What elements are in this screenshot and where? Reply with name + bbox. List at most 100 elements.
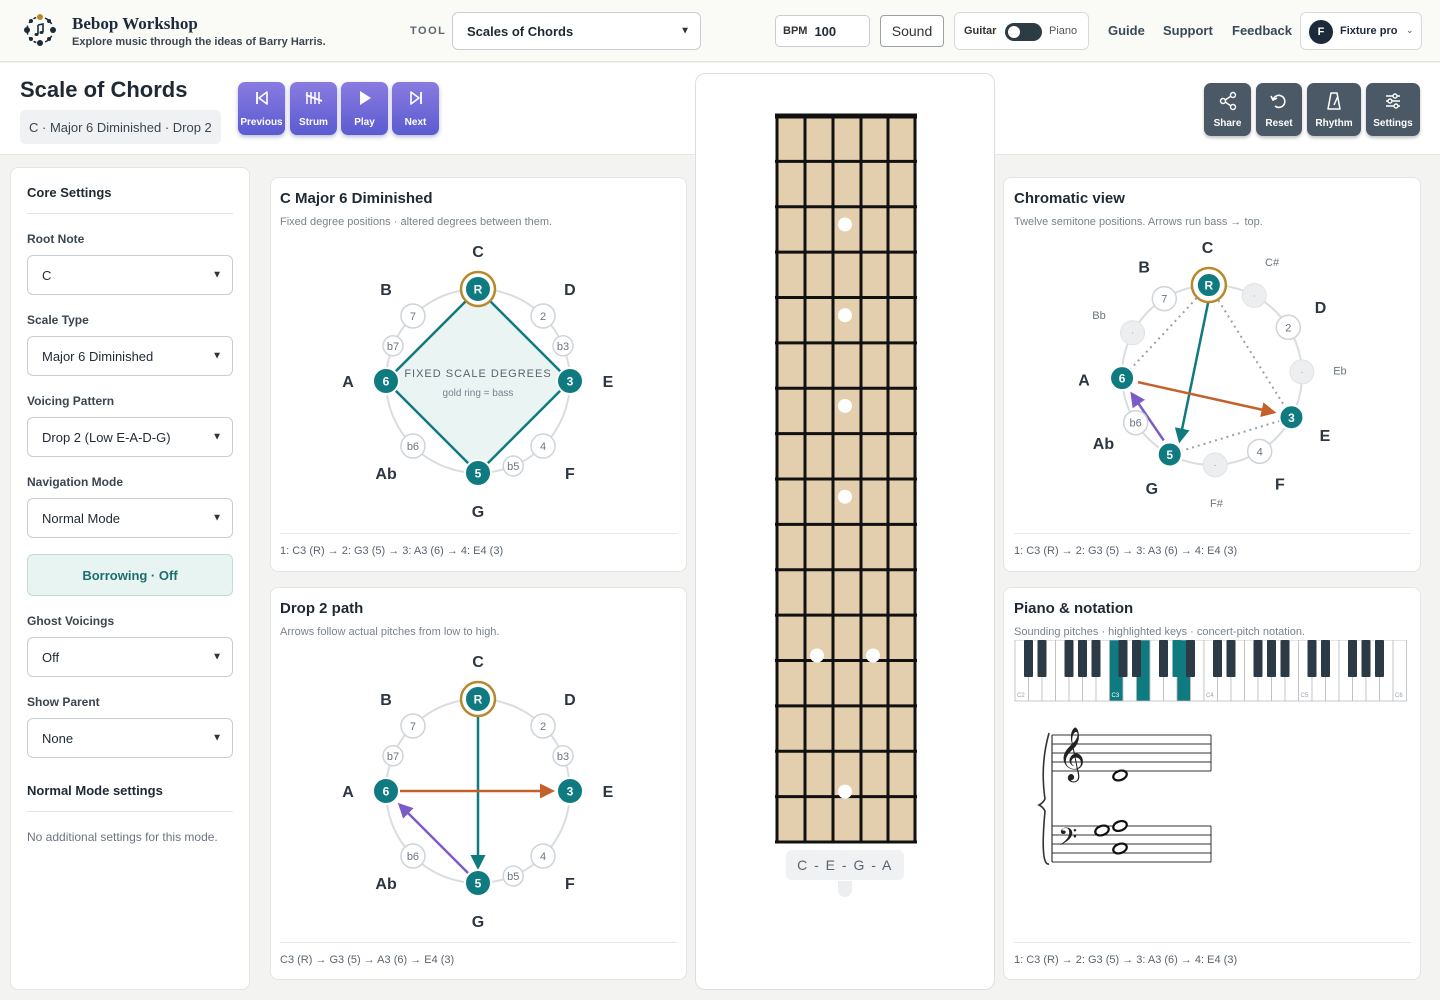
dotted-link [1169, 416, 1292, 456]
strum-icon [305, 92, 322, 104]
mode-settings-note: No additional settings for this mode. [27, 830, 218, 844]
chevron-down-icon: ⌄ [1406, 25, 1414, 35]
play-label: Play [354, 117, 375, 128]
next-button[interactable]: Next [392, 82, 439, 135]
degree-label: 3 [567, 785, 574, 799]
degree-label: b3 [557, 341, 569, 353]
scale-type-select[interactable]: Major 6 Diminished ▼ [27, 336, 233, 376]
divider [1014, 533, 1411, 534]
note-name-label: C [472, 244, 484, 261]
note-name-label: A [342, 374, 354, 391]
account-name: Fixture pro [1340, 25, 1398, 37]
piano-key-black [1375, 640, 1384, 677]
degree-label: 2 [540, 721, 546, 733]
piano-key-black [1186, 640, 1195, 677]
borrowing-toggle[interactable]: Borrowing · Off [27, 554, 233, 596]
degree-label: 2 [1285, 322, 1291, 334]
degree-circle-footer: 1: C3 (R) → 2: G3 (5) → 3: A3 (6) → 4: E… [280, 545, 504, 557]
degree-label: b3 [557, 751, 569, 763]
brand-subtitle: Explore music through the ideas of Barry… [72, 36, 326, 48]
chevron-down-icon: ▼ [212, 269, 222, 281]
sound-button[interactable]: Sound [880, 15, 944, 47]
strum-button[interactable]: Strum [290, 82, 337, 135]
piano-keyboard[interactable]: C2 C3 C4 C5 C6 [1014, 640, 1411, 702]
note-name-label: A [342, 784, 354, 801]
bass-clef: 𝄢 [1058, 824, 1077, 857]
navigation-mode-label: Navigation Mode [27, 475, 124, 489]
bpm-input[interactable]: BPM 100 [775, 15, 870, 47]
ghost-voicings-select[interactable]: Off ▼ [27, 637, 233, 677]
fret-inlay-dot [838, 489, 852, 504]
navigation-mode-select[interactable]: Normal Mode ▼ [27, 498, 233, 538]
bebop-logo-icon [24, 14, 56, 46]
reset-icon [1270, 94, 1286, 109]
instrument-switch[interactable] [1005, 23, 1042, 41]
fret-inlay-dot [866, 648, 880, 663]
scale-type-value: Major 6 Diminished [42, 348, 154, 364]
piano-key-black [1091, 640, 1101, 677]
feedback-link[interactable]: Feedback [1232, 23, 1292, 38]
piano-key-white [1392, 640, 1407, 702]
guitar-fretboard[interactable] [774, 113, 918, 845]
degree-label: 4 [1257, 446, 1263, 458]
skip-forward-icon [409, 91, 422, 105]
note-name-label: Ab [375, 466, 397, 483]
chromatic-diagram: R · 2 · 3 4 · 5 b6 6 · 7 C D E F G Ab A B C# Eb F# Bb [1078, 240, 1346, 510]
voicing-pattern-select[interactable]: Drop 2 (Low E-A-D-G) ▼ [27, 417, 233, 457]
root-note-value: C [42, 267, 52, 283]
root-note-select[interactable]: C ▼ [27, 255, 233, 295]
share-button[interactable]: Share [1204, 83, 1251, 136]
piano-key-black [1307, 640, 1317, 677]
avatar: F [1309, 20, 1333, 44]
settings-button[interactable]: Settings [1366, 83, 1420, 136]
chevron-down-icon: ▼ [212, 512, 222, 524]
piano-subtitle: Sounding pitches · highlighted keys · co… [1014, 626, 1306, 638]
chromatic-note-label: A [1078, 372, 1090, 389]
degree-circle-subtitle: Fixed degree positions · altered degrees… [280, 216, 553, 228]
tool-select[interactable]: Scales of Chords ▼ [452, 12, 701, 50]
rhythm-button[interactable]: Rhythm [1307, 83, 1361, 136]
page-title: Scale of Chords [20, 77, 188, 102]
degree-label: 7 [410, 311, 416, 323]
note-name-label: F [565, 466, 575, 483]
metronome-icon [1327, 92, 1341, 110]
staff-notation: 𝄞𝄢 [1037, 727, 1212, 865]
drop-path-diagram: 2 4 7 b3 b5 b6 b7 R 3 5 6 C D E F G Ab A B [342, 654, 613, 931]
support-link[interactable]: Support [1163, 23, 1213, 38]
degree-label: 4 [540, 441, 546, 453]
octave-label: C6 [1395, 693, 1403, 699]
reset-button[interactable]: Reset [1256, 83, 1302, 136]
degree-label: 6 [383, 375, 390, 389]
skip-back-icon [255, 91, 268, 105]
share-label: Share [1213, 118, 1242, 129]
chromatic-title: Chromatic view [1014, 190, 1125, 207]
degree-label: 3 [567, 375, 574, 389]
mode-settings-title: Normal Mode settings [27, 783, 163, 798]
voicing-pattern-label: Voicing Pattern [27, 394, 115, 408]
degree-label: 5 [475, 467, 482, 481]
play-button[interactable]: Play [341, 82, 388, 135]
chevron-down-icon: ▼ [212, 651, 222, 663]
account-menu[interactable]: F Fixture pro ⌄ [1300, 12, 1422, 50]
sliders-icon [1386, 93, 1400, 109]
previous-button[interactable]: Previous [238, 82, 285, 135]
degree-label: b5 [507, 871, 519, 883]
degree-label: R [474, 693, 483, 707]
show-parent-select[interactable]: None ▼ [27, 718, 233, 758]
root-note-label: Root Note [27, 232, 85, 246]
fret-inlay-dot [838, 398, 852, 413]
scroll-handle[interactable] [838, 881, 852, 897]
degree-label: 7 [410, 721, 416, 733]
strum-label: Strum [299, 117, 328, 128]
piano-key-black [1037, 640, 1047, 677]
play-icon [359, 91, 371, 105]
arrow-sixth-to-third [1137, 380, 1277, 417]
note-name-label: G [472, 504, 484, 521]
piano-key-black [1078, 640, 1087, 677]
guide-link[interactable]: Guide [1108, 23, 1145, 38]
piano-key-black [1348, 640, 1357, 677]
fret-inlay-dot [838, 308, 852, 323]
empty-marker: · [1131, 328, 1134, 338]
tool-label: TOOL [410, 25, 447, 37]
center-subtitle: gold ring = bass [443, 388, 514, 399]
